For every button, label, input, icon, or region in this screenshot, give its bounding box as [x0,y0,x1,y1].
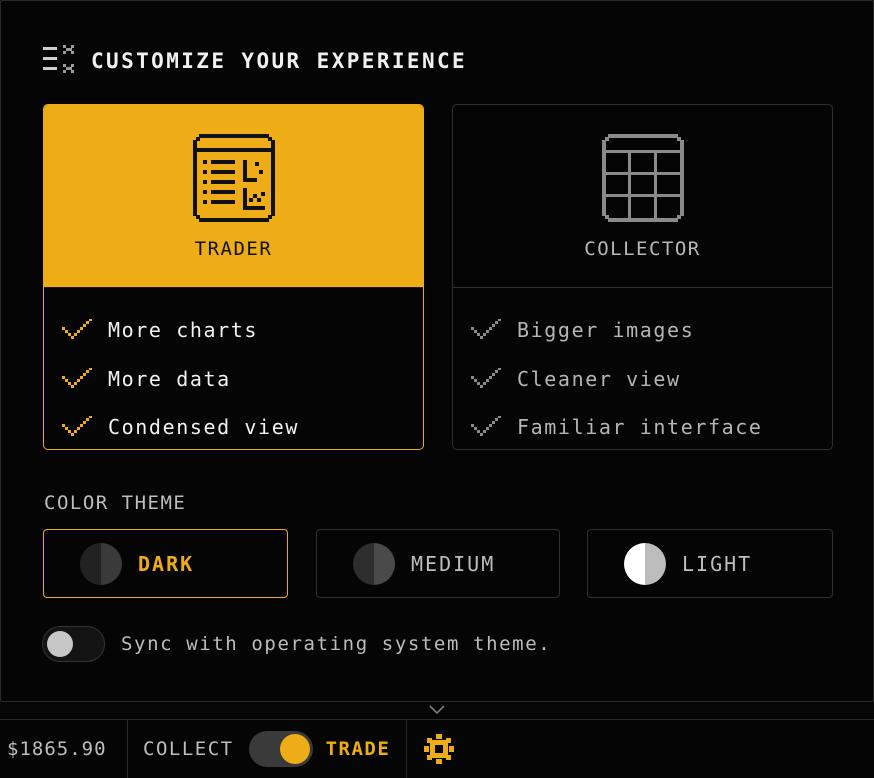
chevron-down-icon[interactable] [428,704,446,716]
collector-grid-icon [601,105,684,226]
theme-option-medium[interactable]: MEDIUM [316,529,560,598]
toggle-knob [279,734,310,764]
theme-option-dark[interactable]: DARK [43,529,288,598]
panel-title: CUSTOMIZE YOUR EXPERIENCE [91,49,468,73]
feature-label: Cleaner view [517,366,681,391]
collect-trade-toggle[interactable] [248,731,313,767]
theme-option-label: LIGHT [682,551,753,576]
color-theme-label: COLOR THEME [44,492,187,514]
feature-label: More data [108,366,231,391]
feature-label: Familiar interface [517,415,763,440]
wallet-balance: $1865.90 [0,720,128,778]
mode-card-trader-header[interactable]: TRADER [44,105,423,288]
dark-theme-swatch-icon [80,542,122,585]
mode-switch-group: COLLECT TRADE [128,720,407,778]
sync-os-theme-label: Sync with operating system theme. [121,633,552,655]
feature-item: Familiar interface [453,403,832,449]
feature-item: More data [44,355,423,404]
feature-label: Condensed view [108,415,299,440]
feature-label: Bigger images [517,318,695,343]
customize-icon [43,43,77,79]
feature-item: Condensed view [44,403,423,449]
bottom-bar: $1865.90 COLLECT TRADE [0,719,874,778]
theme-option-label: MEDIUM [411,551,496,576]
sync-os-theme-row: Sync with operating system theme. [42,626,551,662]
panel-header: CUSTOMIZE YOUR EXPERIENCE [43,45,467,77]
trader-feature-list: More charts More data Condensed view [44,288,423,449]
customize-panel: CUSTOMIZE YOUR EXPERIENCE TRADER More ch… [0,0,874,702]
check-icon [471,319,501,340]
check-icon [471,416,501,437]
light-theme-swatch-icon [624,542,666,585]
check-icon [62,367,92,388]
theme-option-label: DARK [138,551,195,576]
trader-dashboard-icon [192,105,275,226]
mode-card-collector-header[interactable]: COLLECTOR [453,105,832,288]
check-icon [62,319,92,340]
sync-os-theme-toggle[interactable] [42,626,105,662]
feature-item: Cleaner view [453,355,832,404]
check-icon [62,416,92,437]
mode-label-trader: TRADER [194,238,273,260]
feature-label: More charts [108,318,259,343]
mode-card-trader[interactable]: TRADER More charts More data Condensed v… [43,104,424,450]
feature-item: Bigger images [453,306,832,355]
check-icon [471,367,501,388]
trade-mode-label[interactable]: TRADE [326,738,391,760]
mode-label-collector: COLLECTOR [584,238,701,260]
medium-theme-swatch-icon [353,542,395,585]
collector-feature-list: Bigger images Cleaner view Familiar inte… [453,288,832,449]
gear-icon [424,734,454,764]
settings-button[interactable] [407,720,455,778]
toggle-knob [47,631,73,657]
collect-mode-label[interactable]: COLLECT [143,738,234,760]
feature-item: More charts [44,306,423,355]
theme-option-light[interactable]: LIGHT [587,529,833,598]
mode-card-collector[interactable]: COLLECTOR Bigger images Cleaner view Fam… [452,104,833,450]
